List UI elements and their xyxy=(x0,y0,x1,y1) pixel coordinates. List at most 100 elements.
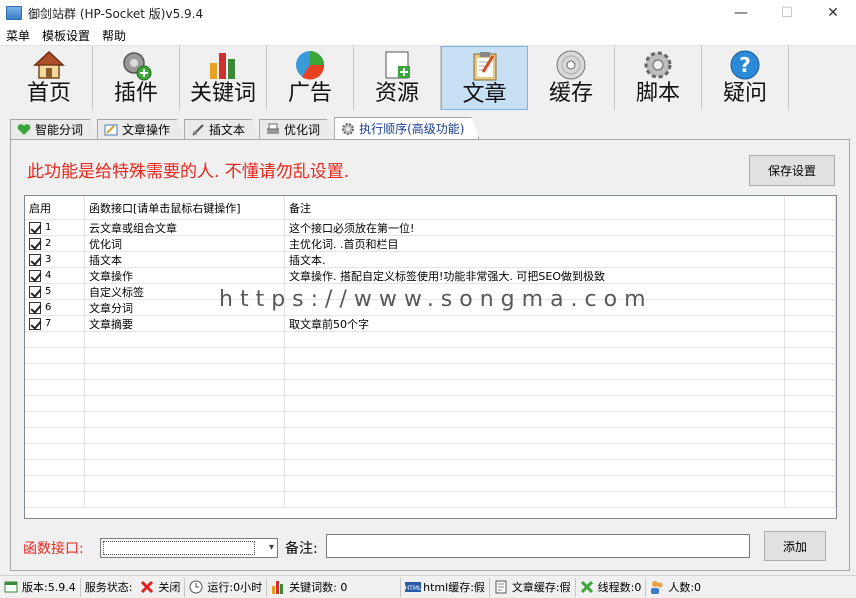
note-cell[interactable]: 主优化词. .首页和栏目 xyxy=(285,236,785,252)
table-row[interactable]: 3 插文本 插文本. xyxy=(25,252,836,268)
note-cell[interactable] xyxy=(285,364,785,380)
table-row[interactable]: 5 自定义标签 xyxy=(25,284,836,300)
row-number: 2 xyxy=(45,238,52,249)
maximize-button[interactable]: ☐ xyxy=(764,0,810,26)
toolbar-keywords-button[interactable]: 关键词 xyxy=(180,46,267,110)
minimize-button[interactable]: — xyxy=(718,0,764,26)
table-row[interactable] xyxy=(25,348,836,364)
enabled-cell: 2 xyxy=(25,236,85,252)
note-cell[interactable] xyxy=(285,380,785,396)
empty-cell xyxy=(785,380,836,396)
function-cell[interactable]: 自定义标签 xyxy=(85,284,285,300)
toolbar-help-button[interactable]: ? 疑问 xyxy=(702,46,789,110)
table-row[interactable]: 4 文章操作 文章操作. 搭配自定义标签使用!功能非常强大. 可把SEO做到极致 xyxy=(25,268,836,284)
table-row[interactable]: 7 文章摘要 取文章前50个字 xyxy=(25,316,836,332)
function-cell[interactable] xyxy=(85,492,285,508)
enabled-checkbox[interactable] xyxy=(29,221,41,234)
toolbar-articles-button[interactable]: 文章 xyxy=(441,46,528,110)
tab-smart-segment[interactable]: 智能分词 xyxy=(10,119,98,139)
table-row[interactable] xyxy=(25,380,836,396)
app-icon xyxy=(6,6,22,20)
table-row[interactable] xyxy=(25,492,836,508)
note-cell[interactable] xyxy=(285,444,785,460)
note-cell[interactable]: 取文章前50个字 xyxy=(285,316,785,332)
note-cell[interactable] xyxy=(285,412,785,428)
table-row[interactable] xyxy=(25,364,836,380)
function-cell[interactable] xyxy=(85,380,285,396)
toolbar-cache-button[interactable]: 缓存 xyxy=(528,46,615,110)
note-cell[interactable] xyxy=(285,428,785,444)
document-icon xyxy=(494,580,508,594)
chevron-down-icon[interactable]: ▾ xyxy=(269,542,274,553)
function-cell[interactable] xyxy=(85,476,285,492)
table-row[interactable]: 6 文章分词 xyxy=(25,300,836,316)
toolbar-resources-button[interactable]: 资源 xyxy=(354,46,441,110)
function-cell[interactable]: 文章分词 xyxy=(85,300,285,316)
toolbar-ads-button[interactable]: 广告 xyxy=(267,46,354,110)
enabled-checkbox[interactable] xyxy=(29,317,41,330)
function-cell[interactable] xyxy=(85,444,285,460)
function-cell[interactable] xyxy=(85,348,285,364)
function-cell[interactable] xyxy=(85,364,285,380)
table-row[interactable] xyxy=(25,460,836,476)
note-cell[interactable] xyxy=(285,476,785,492)
tab-execution-order[interactable]: 执行顺序(高级功能) xyxy=(334,117,479,139)
note-cell[interactable] xyxy=(285,492,785,508)
table-row[interactable] xyxy=(25,332,836,348)
note-input[interactable] xyxy=(326,534,750,558)
function-cell[interactable] xyxy=(85,412,285,428)
function-cell[interactable] xyxy=(85,396,285,412)
enabled-checkbox[interactable] xyxy=(29,253,41,266)
function-cell[interactable]: 优化词 xyxy=(85,236,285,252)
function-cell[interactable]: 文章操作 xyxy=(85,268,285,284)
grid-body: 1 云文章或组合文章 这个接口必须放在第一位! 2 优化词 主优化词. .首页和栏目 3 插文… xyxy=(25,220,836,508)
note-cell[interactable]: 这个接口必须放在第一位! xyxy=(285,220,785,236)
header-function[interactable]: 函数接口[请单击鼠标右键操作] xyxy=(85,196,285,220)
function-cell[interactable] xyxy=(85,428,285,444)
menu-item-help[interactable]: 帮助 xyxy=(96,26,132,46)
header-enabled[interactable]: 启用 xyxy=(25,196,85,220)
menu-item-menu[interactable]: 菜单 xyxy=(0,26,36,46)
enabled-checkbox[interactable] xyxy=(29,269,41,282)
empty-cell xyxy=(785,300,836,316)
toolbar-home-button[interactable]: 首页 xyxy=(6,46,93,110)
save-settings-button[interactable]: 保存设置 xyxy=(749,155,835,186)
function-cell[interactable]: 插文本 xyxy=(85,252,285,268)
note-cell[interactable] xyxy=(285,396,785,412)
toolbar-plugin-button[interactable]: 插件 xyxy=(93,46,180,110)
close-button[interactable]: ✕ xyxy=(810,0,856,26)
enabled-checkbox[interactable] xyxy=(29,237,41,250)
table-row[interactable]: 1 云文章或组合文章 这个接口必须放在第一位! xyxy=(25,220,836,236)
add-button[interactable]: 添加 xyxy=(764,531,826,561)
header-note[interactable]: 备注 xyxy=(285,196,785,220)
enabled-checkbox[interactable] xyxy=(29,301,41,314)
function-cell[interactable]: 文章摘要 xyxy=(85,316,285,332)
note-cell[interactable] xyxy=(285,332,785,348)
status-keywords-text: 关键词数: 0 xyxy=(289,581,348,594)
row-number: 4 xyxy=(45,270,52,281)
function-interface-select[interactable]: ▾ xyxy=(100,538,278,558)
grid-header: 启用 函数接口[请单击鼠标右键操作] 备注 xyxy=(25,196,836,220)
table-row[interactable]: 2 优化词 主优化词. .首页和栏目 xyxy=(25,236,836,252)
table-row[interactable] xyxy=(25,428,836,444)
note-cell[interactable]: 插文本. xyxy=(285,252,785,268)
toolbar-script-button[interactable]: 脚本 xyxy=(615,46,702,110)
table-row[interactable] xyxy=(25,396,836,412)
function-cell[interactable] xyxy=(85,332,285,348)
enabled-checkbox[interactable] xyxy=(29,285,41,298)
function-cell[interactable] xyxy=(85,460,285,476)
table-row[interactable] xyxy=(25,444,836,460)
status-runtime-text: 运行:0小时 xyxy=(207,581,263,594)
tab-optimize-words[interactable]: 优化词 xyxy=(259,119,335,139)
tab-insert-text[interactable]: 插文本 xyxy=(184,119,260,139)
note-cell[interactable] xyxy=(285,348,785,364)
note-cell[interactable] xyxy=(285,300,785,316)
function-cell[interactable]: 云文章或组合文章 xyxy=(85,220,285,236)
note-cell[interactable] xyxy=(285,460,785,476)
tab-article-ops[interactable]: 文章操作 xyxy=(97,119,185,139)
table-row[interactable] xyxy=(25,476,836,492)
menu-item-template-settings[interactable]: 模板设置 xyxy=(36,26,96,46)
note-cell[interactable] xyxy=(285,284,785,300)
table-row[interactable] xyxy=(25,412,836,428)
note-cell[interactable]: 文章操作. 搭配自定义标签使用!功能非常强大. 可把SEO做到极致 xyxy=(285,268,785,284)
